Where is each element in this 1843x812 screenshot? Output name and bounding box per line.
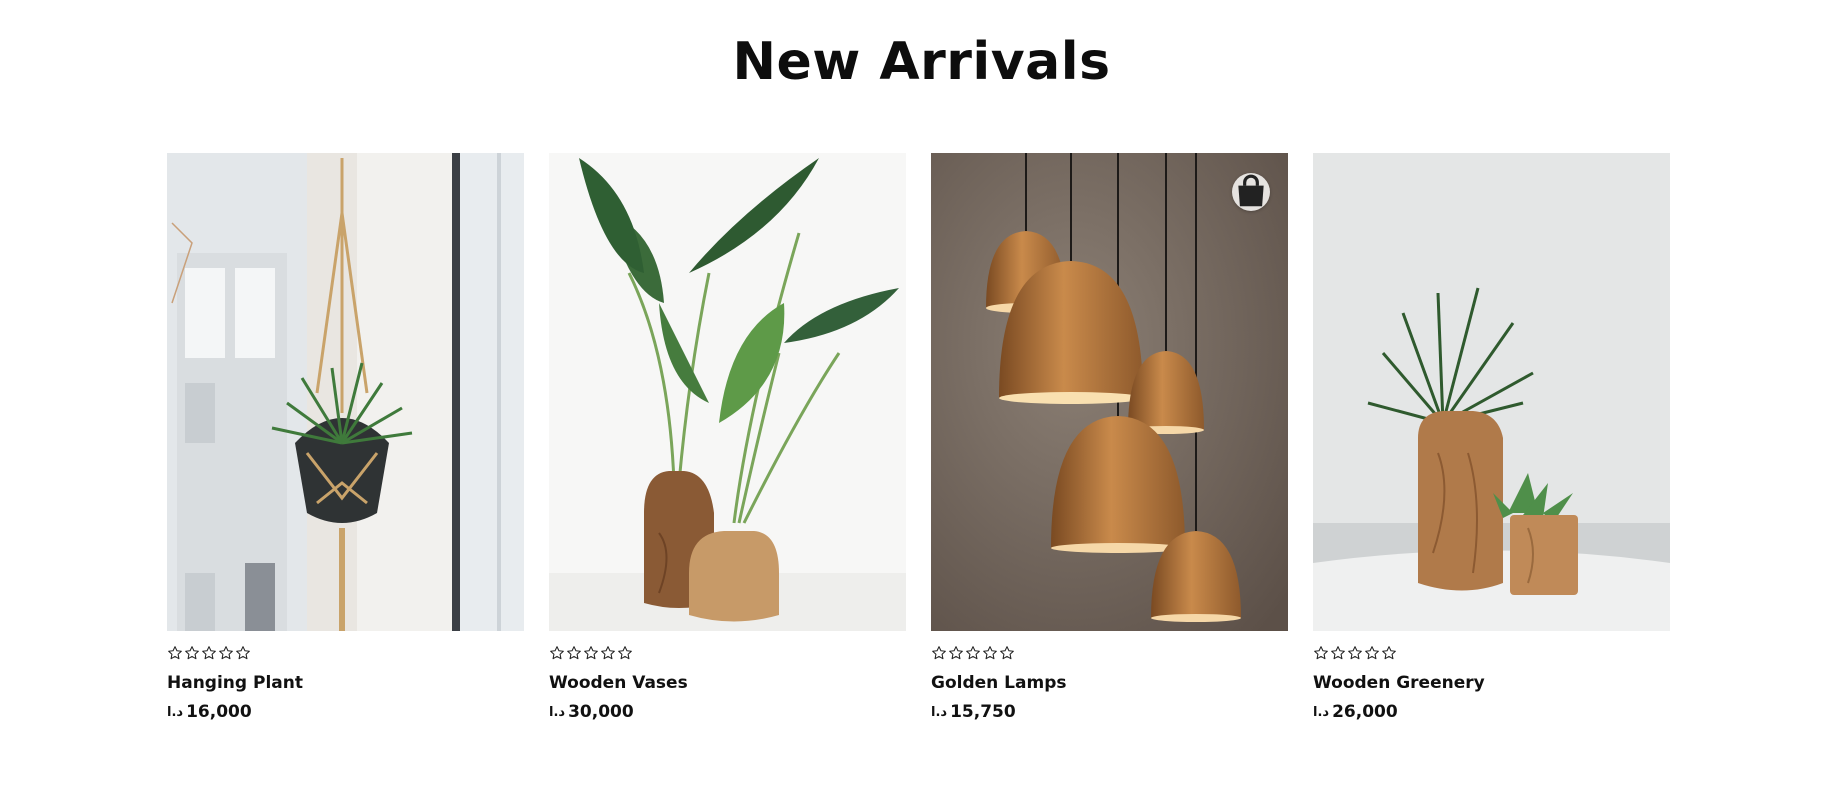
star-icon: [184, 645, 200, 663]
product-price: د.ا 16,000: [167, 702, 524, 722]
star-icon: [1330, 645, 1346, 663]
star-icon: [617, 645, 633, 663]
currency-symbol: د.ا: [1313, 705, 1330, 720]
price-value: 15,750: [950, 702, 1016, 722]
product-image-golden-lamps[interactable]: [931, 153, 1288, 631]
hanging-plant-photo: [167, 153, 524, 631]
product-card: Wooden Vases د.ا 30,000: [549, 153, 906, 722]
product-grid: Hanging Plant د.ا 16,000 Wooden Vases د.…: [167, 153, 1670, 722]
product-title[interactable]: Hanging Plant: [167, 673, 524, 693]
star-icon: [1381, 645, 1397, 663]
wooden-greenery-photo: [1313, 153, 1670, 631]
star-icon: [600, 645, 616, 663]
new-arrivals-section: New Arrivals Hanging Plant د.ا 16,000 Wo…: [0, 0, 1843, 812]
product-image-wooden-vases[interactable]: [549, 153, 906, 631]
add-to-cart-button[interactable]: [1232, 173, 1270, 211]
shopping-bag-icon: [1238, 174, 1264, 207]
rating-stars: [167, 645, 524, 663]
product-image-wooden-greenery[interactable]: [1313, 153, 1670, 631]
star-icon: [218, 645, 234, 663]
product-image-hanging-plant[interactable]: [167, 153, 524, 631]
star-icon: [235, 645, 251, 663]
star-icon: [201, 645, 217, 663]
star-icon: [931, 645, 947, 663]
rating-stars: [549, 645, 906, 663]
star-icon: [549, 645, 565, 663]
star-icon: [1364, 645, 1380, 663]
rating-stars: [1313, 645, 1670, 663]
rating-stars: [931, 645, 1288, 663]
price-value: 30,000: [568, 702, 634, 722]
star-icon: [566, 645, 582, 663]
star-icon: [982, 645, 998, 663]
product-title[interactable]: Wooden Vases: [549, 673, 906, 693]
currency-symbol: د.ا: [167, 705, 184, 720]
price-value: 26,000: [1332, 702, 1398, 722]
price-value: 16,000: [186, 702, 252, 722]
product-price: د.ا 26,000: [1313, 702, 1670, 722]
wooden-vases-photo: [549, 153, 906, 631]
product-price: د.ا 15,750: [931, 702, 1288, 722]
section-title: New Arrivals: [732, 32, 1111, 92]
product-card: Golden Lamps د.ا 15,750: [931, 153, 1288, 722]
product-title[interactable]: Wooden Greenery: [1313, 673, 1670, 693]
star-icon: [167, 645, 183, 663]
star-icon: [965, 645, 981, 663]
currency-symbol: د.ا: [931, 705, 948, 720]
product-price: د.ا 30,000: [549, 702, 906, 722]
currency-symbol: د.ا: [549, 705, 566, 720]
star-icon: [948, 645, 964, 663]
star-icon: [1313, 645, 1329, 663]
star-icon: [999, 645, 1015, 663]
star-icon: [583, 645, 599, 663]
product-title[interactable]: Golden Lamps: [931, 673, 1288, 693]
product-card: Hanging Plant د.ا 16,000: [167, 153, 524, 722]
product-card: Wooden Greenery د.ا 26,000: [1313, 153, 1670, 722]
star-icon: [1347, 645, 1363, 663]
